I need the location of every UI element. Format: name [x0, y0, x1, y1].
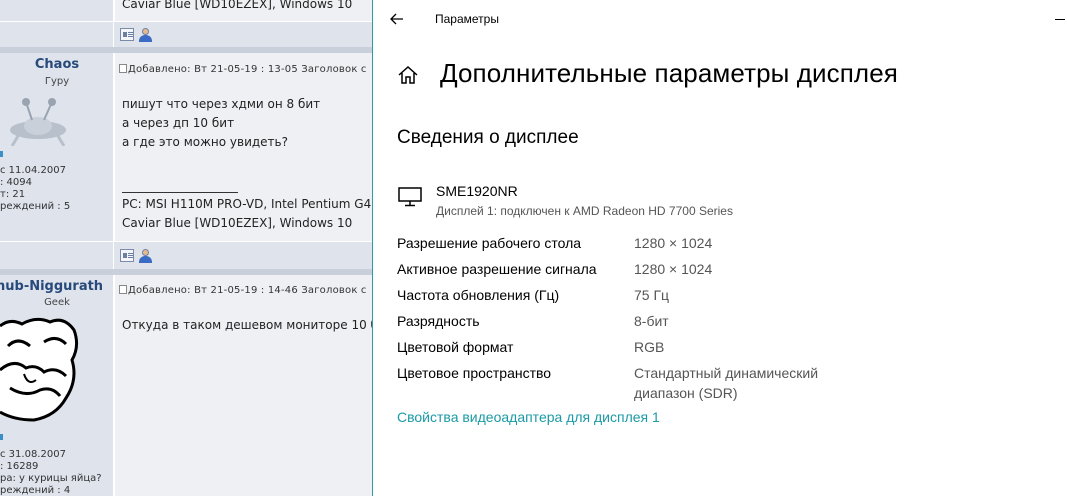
window-title: Параметры — [435, 12, 499, 26]
color-space-label: Цветовое пространство — [397, 365, 552, 381]
desktop-resolution-value: 1280 × 1024 — [634, 235, 713, 251]
forum-user-warnings: реждений : 5 — [0, 201, 71, 212]
post-icon — [119, 64, 127, 73]
back-button[interactable] — [383, 6, 411, 32]
forum-post-header-text: Добавлено: Вт 21-05-19 : 13-05 Заголовок… — [128, 64, 367, 75]
post-icon — [119, 285, 127, 294]
page-title: Дополнительные параметры дисплея — [440, 58, 898, 88]
forum-user-status — [0, 432, 5, 444]
forum-post-line: Откуда в таком дешевом мониторе 10 бит — [122, 318, 373, 332]
forum-user-posts: : 4094 — [0, 177, 32, 188]
settings-window: Параметры Дополнительные параметры диспл… — [372, 0, 1067, 496]
forum-user-rank: Geek — [44, 297, 70, 308]
forum-signature-text: Caviar Blue [WD10EZEX], Windows 10 — [122, 0, 353, 11]
profile-icon[interactable] — [120, 249, 134, 262]
title-bar: Параметры — [373, 0, 1067, 38]
forum-user-status — [0, 149, 5, 161]
monitor-icon — [398, 187, 422, 207]
desktop-resolution-label: Разрешение рабочего стола — [397, 235, 582, 251]
minimize-button[interactable] — [1047, 8, 1067, 28]
refresh-rate-label: Частота обновления (Гц) — [397, 287, 560, 303]
forum-post-line: а где это можно увидеть? — [122, 135, 288, 149]
color-format-label: Цветовой формат — [397, 339, 514, 355]
troll-face-avatar — [0, 317, 79, 422]
forum-post-header: Добавлено: Вт 21-05-19 : 14-46 Заголовок… — [119, 285, 367, 296]
forum-post-body — [115, 275, 373, 496]
forum-post-actions — [120, 28, 152, 42]
display-name: SME1920NR — [436, 183, 518, 199]
back-arrow-icon — [390, 13, 403, 25]
color-space-value: Стандартный динамический — [634, 365, 819, 381]
bit-depth-label: Разрядность — [397, 313, 480, 329]
forum-user-joined: с 31.08.2007 — [0, 449, 66, 460]
active-signal-resolution-value: 1280 × 1024 — [634, 261, 713, 277]
forum-username[interactable]: Chaos — [0, 57, 114, 72]
forum-user-rank: Гуру — [44, 76, 70, 87]
color-format-value: RGB — [634, 339, 665, 355]
section-title: Сведения о дисплее — [397, 127, 579, 148]
forum-sidebar-cell — [0, 0, 114, 21]
forum-signature-line: PC: MSI H110M PRO-VD, Intel Pentium G456 — [122, 197, 373, 211]
forum-user-warnings: реждений : 4 — [0, 485, 71, 496]
forum-user-posts: : 16289 — [0, 461, 39, 472]
forum-user-stat: ра: у курицы яйца? — [0, 473, 102, 484]
forum-post-line: пишут что через хдми он 8 бит — [122, 97, 321, 111]
display-connection: Дисплей 1: подключен к AMD Radeon HD 770… — [436, 204, 733, 218]
forum-user-joined: с 11.04.2007 — [0, 165, 66, 176]
forum-toolbar-spacer — [0, 22, 114, 47]
refresh-rate-value: 75 Гц — [634, 287, 670, 303]
home-icon[interactable] — [397, 64, 419, 86]
profile-icon[interactable] — [120, 28, 134, 41]
forum-post-actions — [120, 249, 152, 263]
forum-signature-line: Caviar Blue [WD10EZEX], Windows 10 — [122, 216, 353, 230]
forum-page: Caviar Blue [WD10EZEX], Windows 10 Chaos… — [0, 0, 373, 496]
adapter-properties-link[interactable]: Свойства видеоадаптера для дисплея 1 — [397, 409, 660, 425]
forum-username[interactable]: hub-Niggurath — [0, 279, 110, 294]
user-icon[interactable] — [138, 249, 152, 263]
active-signal-resolution-label: Активное разрешение сигнала — [397, 261, 597, 277]
bit-depth-value: 8-бит — [634, 313, 669, 329]
signature-divider — [122, 192, 238, 193]
forum-post-line: а через дп 10 бит — [122, 116, 235, 130]
forum-user-stat: т: 21 — [0, 189, 26, 200]
forum-post-toolbar — [0, 241, 373, 269]
user-icon[interactable] — [138, 28, 152, 42]
forum-post-toolbar — [0, 21, 373, 47]
forum-post-header-text: Добавлено: Вт 21-05-19 : 14-46 Заголовок… — [128, 285, 367, 296]
ufo-avatar — [10, 98, 66, 146]
forum-toolbar-spacer — [0, 242, 114, 269]
forum-post-header: Добавлено: Вт 21-05-19 : 13-05 Заголовок… — [119, 64, 367, 75]
color-space-value-cont: диапазон (SDR) — [634, 385, 738, 401]
